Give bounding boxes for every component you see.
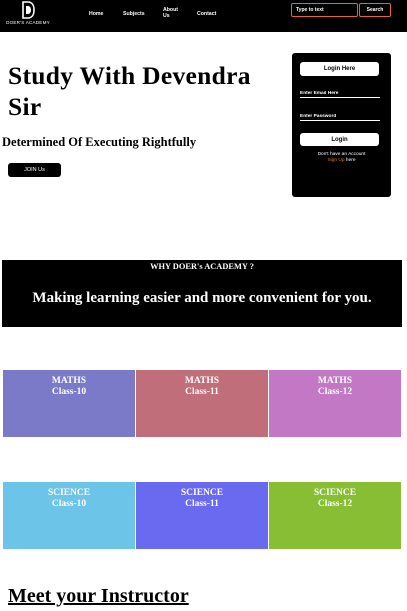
signup-note: Don't have an Account Sign Up here [292,152,391,163]
nav-link-contact[interactable]: Contact [197,11,216,17]
login-card: Login Here Login Don't have an Account S… [292,53,391,197]
course-level: Class-11 [185,499,219,509]
instructor-heading: Meet your Instructor [8,585,189,607]
course-subject: MATHS [317,376,353,386]
signup-suffix: here [345,157,356,163]
course-card-science-class-10[interactable]: SCIENCE Class-10 [3,482,135,549]
course-card-maths-class-12[interactable]: MATHS Class-12 [269,370,401,437]
course-subject: MATHS [184,376,220,386]
logo-icon [22,1,35,19]
course-card-science-class-12[interactable]: SCIENCE Class-12 [269,482,401,549]
nav-link-subjects[interactable]: Subjects [123,11,145,17]
navbar: DOER'S ACADEMY Home Subjects About Us Co… [0,0,407,32]
course-subject: SCIENCE [180,488,224,498]
why-banner: WHY DOER's ACADEMY ? Making learning eas… [2,260,402,327]
hero-title: Study With Devendra Sir [8,61,251,121]
hero-subtitle: Determined Of Executing Rightfully [2,135,197,149]
course-level: Class-10 [51,499,87,509]
nav-link-about[interactable]: About Us [163,7,179,19]
course-card-maths-class-10[interactable]: MATHS Class-10 [3,370,135,437]
login-button[interactable]: Login [300,133,379,146]
join-us-button[interactable]: JOIN Us [8,163,61,177]
course-level: Class-11 [185,387,219,397]
email-field[interactable] [300,89,380,98]
course-subject: MATHS [51,376,87,386]
password-field[interactable] [300,112,380,121]
search-button[interactable]: Search [359,3,391,17]
course-card-maths-class-11[interactable]: MATHS Class-11 [136,370,268,437]
course-level: Class-12 [317,387,353,397]
search-input[interactable] [291,3,358,17]
nav-link-home[interactable]: Home [89,11,103,17]
signup-link[interactable]: Sign Up [327,158,344,163]
course-level: Class-12 [317,499,353,509]
course-subject: SCIENCE [47,488,91,498]
why-label: WHY DOER's ACADEMY ? [150,262,254,271]
brand-logo[interactable]: DOER'S ACADEMY [6,0,50,32]
course-card-science-class-11[interactable]: SCIENCE Class-11 [136,482,268,549]
why-text: Making learning easier and more convenie… [32,290,372,306]
course-subject: SCIENCE [313,488,357,498]
course-level: Class-10 [51,387,87,397]
logo-text: DOER'S ACADEMY [6,20,50,25]
login-heading-button[interactable]: Login Here [300,62,379,76]
